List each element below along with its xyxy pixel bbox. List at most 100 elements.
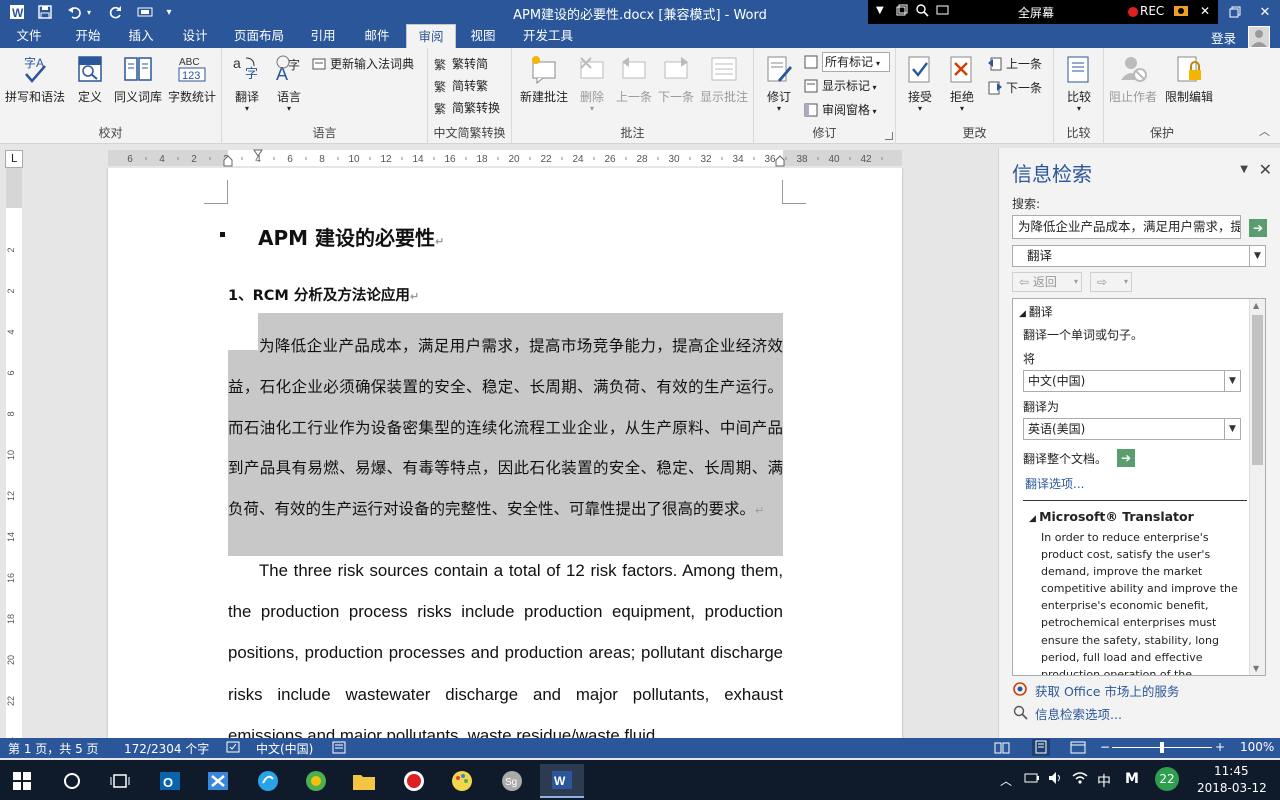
paragraph-chinese[interactable]: 为降低企业产品成本，满足用户需求，提高市场竞争能力，提高企业经济效益，石化企业必… [228, 326, 783, 532]
accept-button[interactable]: 接受 ▾ [902, 54, 938, 113]
tracking-launcher-icon[interactable] [885, 132, 893, 140]
prev-comment-button[interactable]: 上一条 [614, 54, 654, 105]
word-count-button[interactable]: ABC 123 字数统计 [164, 54, 220, 105]
heading-1[interactable]: APM 建设的必要性↵ [258, 222, 444, 251]
avatar[interactable] [1248, 26, 1270, 48]
tab-file[interactable]: 文件 [0, 24, 58, 48]
tab-mailings[interactable]: 邮件 [352, 24, 402, 48]
show-comments-button[interactable]: 显示批注 [698, 54, 750, 105]
service-select[interactable]: 翻译 ▼ [1012, 245, 1266, 267]
camera-icon[interactable] [1174, 4, 1188, 20]
horizontal-ruler[interactable]: 6422468101214161820222426283032343638404… [108, 148, 902, 168]
word-logo-icon[interactable]: W [8, 3, 26, 21]
search-go-button[interactable]: ➔ [1249, 219, 1267, 237]
tab-design[interactable]: 设计 [170, 24, 220, 48]
simp-to-trad-button[interactable]: 繁简转繁 [434, 76, 488, 96]
section-translate-header[interactable]: ◢ 翻译 [1019, 303, 1053, 320]
snagit-icon[interactable]: Sg [490, 764, 534, 798]
read-mode-icon[interactable] [994, 741, 1010, 757]
results-scrollbar[interactable]: ▲ ▼ [1249, 299, 1265, 675]
cortana-icon[interactable] [50, 764, 94, 798]
thesaurus-button[interactable]: 同义词库 [110, 54, 166, 105]
outlook-icon[interactable]: O [148, 764, 192, 798]
show-markup-button[interactable]: 显示标记 ▾ [804, 76, 877, 96]
delete-comment-button[interactable]: 删除 ▾ [574, 54, 610, 113]
scroll-down-icon[interactable]: ▼ [1253, 664, 1259, 673]
tray-overflow-icon[interactable]: ︿ [1000, 772, 1012, 789]
markup-select[interactable]: 所有标记 ▾ [804, 52, 894, 72]
zoom-slider-thumb[interactable] [1160, 742, 1164, 753]
tab-layout[interactable]: 页面布局 [226, 24, 292, 48]
close-icon[interactable]: ✕ [1250, 0, 1280, 24]
undo-icon[interactable] [66, 3, 84, 21]
scroll-thumb[interactable] [1252, 315, 1263, 465]
pane-close-icon[interactable]: ✕ [1259, 160, 1272, 179]
palette-icon[interactable] [440, 764, 484, 798]
heading-2[interactable]: 1、RCM 分析及方法论应用↵ [228, 284, 419, 305]
zoom-out-icon[interactable]: − [1100, 740, 1110, 754]
zoom-level[interactable]: 100% [1240, 740, 1274, 754]
new-comment-button[interactable]: 新建批注 [516, 54, 572, 105]
scroll-up-icon[interactable]: ▲ [1253, 301, 1259, 310]
notification-badge[interactable]: 22 [1155, 767, 1179, 791]
print-layout-icon[interactable] [1032, 739, 1050, 756]
file-explorer-icon[interactable] [342, 764, 386, 798]
login-link[interactable]: 登录 [1211, 28, 1236, 47]
next-comment-button[interactable]: 下一条 [656, 54, 696, 105]
ime-indicator[interactable]: 中 [1097, 771, 1111, 791]
collapse-ribbon-icon[interactable]: ︿ [1259, 123, 1270, 139]
document-area[interactable]: APM 建设的必要性↵ 1、RCM 分析及方法论应用↵ 为降低企业产品成本，满足… [28, 168, 998, 738]
to-language-select[interactable]: 英语(美国) ▼ [1023, 418, 1241, 440]
tab-review[interactable]: 审阅 [406, 24, 456, 48]
browser-360-icon[interactable] [294, 764, 338, 798]
tab-references[interactable]: 引用 [298, 24, 348, 48]
recorder-menu-icon[interactable]: ▼ [876, 5, 884, 16]
save-icon[interactable] [36, 3, 54, 21]
screen-icon[interactable] [936, 4, 949, 20]
paragraph-english[interactable]: The three risk sources contain a total o… [228, 550, 783, 738]
language-button[interactable]: A字 语言 ▾ [270, 54, 308, 113]
spelling-grammar-button[interactable]: 字A 拼写和语法 [4, 54, 66, 105]
reject-button[interactable]: 拒绝 ▾ [944, 54, 980, 113]
tab-home[interactable]: 开始 [64, 24, 112, 48]
customize-qat-icon[interactable]: ▾ [160, 3, 178, 21]
volume-icon[interactable] [1048, 771, 1064, 788]
review-pane-button[interactable]: 审阅窗格 ▾ [804, 100, 877, 120]
restore-small-icon[interactable] [896, 4, 908, 19]
web-layout-icon[interactable] [1070, 741, 1086, 757]
conversion-button[interactable]: 繁简繁转换 [434, 98, 500, 118]
clock-date[interactable]: 2018-03-12 [1197, 781, 1267, 795]
wifi-icon[interactable] [1072, 771, 1088, 788]
forward-button[interactable]: ⇨ ▾ [1090, 272, 1132, 292]
back-button[interactable]: ⇦ 返回 ▾ [1012, 272, 1082, 292]
restrict-editing-button[interactable]: 限制编辑 [1160, 54, 1218, 105]
search-icon[interactable] [916, 4, 929, 20]
proofing-status-icon[interactable] [226, 741, 240, 756]
zoom-in-icon[interactable]: + [1215, 740, 1225, 754]
page-indicator[interactable]: 第 1 页，共 5 页 [8, 740, 99, 757]
task-view-icon[interactable] [98, 764, 142, 798]
power-icon[interactable] [1024, 771, 1040, 788]
track-changes-button[interactable]: 修订 ▾ [760, 54, 798, 113]
document-page[interactable]: APM 建设的必要性↵ 1、RCM 分析及方法论应用↵ 为降低企业产品成本，满足… [108, 168, 902, 738]
block-authors-button[interactable]: 阻止作者 [1106, 54, 1160, 105]
translate-button[interactable]: a字 翻译 ▾ [228, 54, 266, 113]
recorder-app-icon[interactable] [392, 764, 436, 798]
ms-translator-header[interactable]: ◢ Microsoft® Translator [1029, 509, 1194, 524]
ime-mode-indicator[interactable]: M [1125, 771, 1139, 787]
word-count[interactable]: 172/2304 个字 [124, 740, 209, 757]
office-store-link[interactable]: 获取 Office 市场上的服务 [1035, 681, 1179, 700]
language-indicator[interactable]: 中文(中国) [256, 740, 313, 757]
tab-developer[interactable]: 开发工具 [514, 24, 582, 48]
word-taskbar-icon[interactable]: W [540, 764, 584, 798]
start-icon[interactable] [0, 764, 44, 798]
pane-menu-icon[interactable]: ▼ [1240, 164, 1248, 175]
redo-icon[interactable] [106, 3, 124, 21]
translation-options-link[interactable]: 翻译选项... [1025, 475, 1084, 492]
prev-change-button[interactable]: 上一条 [988, 54, 1042, 74]
zoom-slider[interactable] [1112, 742, 1212, 753]
vertical-ruler[interactable]: 224681012141618202224 [0, 168, 28, 738]
results-panel[interactable]: ◢ 翻译 翻译一个单词或句子。 将 中文(中国) ▼ 翻译为 英语(美国) ▼ 翻译… [1012, 298, 1266, 676]
define-button[interactable]: 定义 [72, 54, 108, 105]
from-language-select[interactable]: 中文(中国) ▼ [1023, 370, 1241, 392]
